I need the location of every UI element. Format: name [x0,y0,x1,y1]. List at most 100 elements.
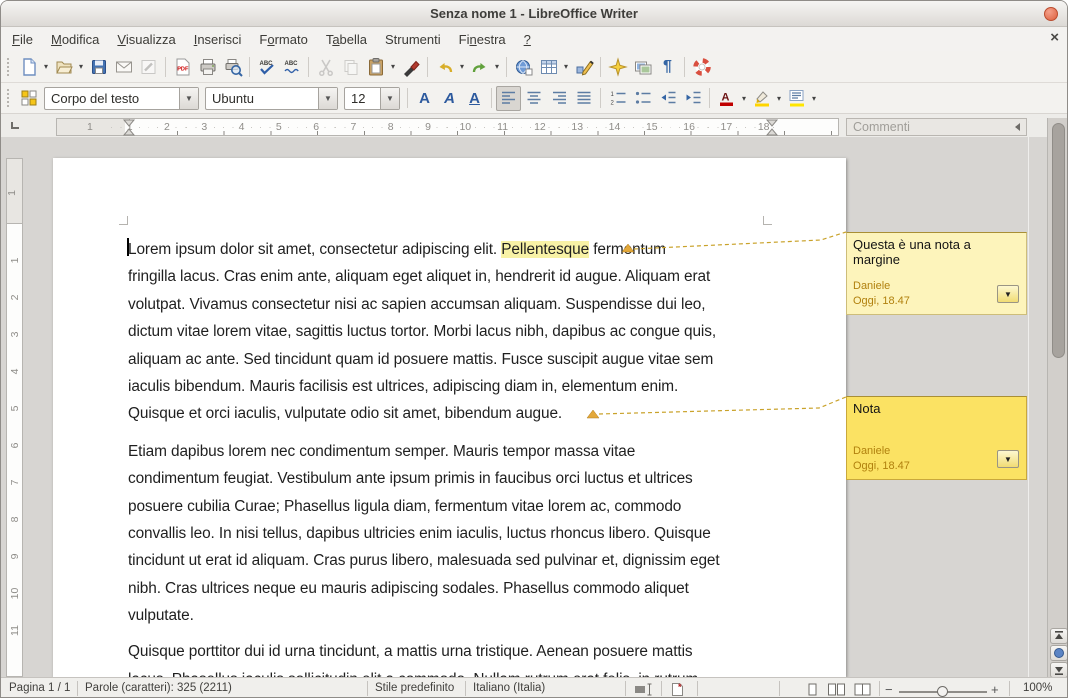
font-name-combo[interactable]: Ubuntu▼ [205,87,338,110]
clone-formatting-button[interactable] [398,54,423,79]
margin-comment-note[interactable]: Questa è una nota a margine Daniele Oggi… [846,232,1027,315]
print-button[interactable] [195,54,220,79]
comment-menu-button[interactable]: ▼ [997,450,1019,468]
paragraph-style-dropdown[interactable]: ▼ [179,88,198,109]
font-color-dropdown-arrow[interactable]: ▾ [739,94,749,103]
close-document-icon[interactable]: × [1050,30,1059,45]
menu-item[interactable]: Visualizza [108,29,184,50]
view-book-button[interactable] [853,683,873,698]
formatting-marks-button[interactable]: ¶ [655,54,680,79]
selection-mode-indicator[interactable] [634,683,654,698]
menu-item[interactable]: Inserisci [185,29,251,50]
menu-item[interactable]: ? [515,29,540,50]
undo-button[interactable] [432,54,457,79]
view-single-page-button[interactable] [805,683,819,698]
title-bar[interactable]: Senza nome 1 - LibreOffice Writer [1,1,1067,27]
comment-highlighted-text[interactable]: Pellentesque [501,241,589,258]
send-email-button[interactable] [111,54,136,79]
font-color-button[interactable]: A [714,86,739,111]
paragraph-background-dropdown-arrow[interactable]: ▾ [809,94,819,103]
draw-functions-button[interactable] [571,54,596,79]
font-size-value[interactable]: 12 [345,91,380,106]
paragraph-style-button[interactable] [16,86,41,111]
close-circle-icon[interactable] [1044,7,1058,21]
menu-item[interactable]: Formato [250,29,316,50]
print-preview-button[interactable] [220,54,245,79]
hyperlink-button[interactable] [511,54,536,79]
unordered-list-button[interactable] [630,86,655,111]
redo-dropdown-arrow[interactable]: ▾ [492,62,502,71]
horizontal-ruler[interactable]: 1 123456789101112131415161718 [56,118,839,136]
zoom-slider-thumb[interactable] [937,686,948,697]
scrollbar-thumb[interactable] [1052,123,1065,358]
insert-table-button[interactable] [536,54,561,79]
comment-text[interactable]: Nota [847,397,1026,416]
undo-dropdown-arrow[interactable]: ▾ [457,62,467,71]
italic-button[interactable]: A [437,86,462,111]
new-document-dropdown-arrow[interactable]: ▾ [41,62,51,71]
comments-panel-toggle[interactable]: Commenti [846,118,1027,136]
underline-button[interactable]: A [462,86,487,111]
menu-item[interactable]: Modifica [42,29,108,50]
document-text[interactable]: Lorem ipsum dolor sit amet, consectetur … [128,236,776,677]
justify-button[interactable] [571,86,596,111]
page-number-status[interactable]: Pagina 1 / 1 [9,682,70,694]
help-button[interactable] [689,54,714,79]
menu-item[interactable]: Finestra [450,29,515,50]
font-name-value[interactable]: Ubuntu [206,91,318,106]
spellcheck-button[interactable]: ABC [254,54,279,79]
margin-comment-note[interactable]: Nota Daniele Oggi, 18.47 ▼ [846,396,1027,480]
bold-button[interactable]: A [412,86,437,111]
comment-text[interactable]: Questa è una nota a margine [847,233,1026,267]
language-status[interactable]: Italiano (Italia) [473,682,545,694]
auto-spellcheck-button[interactable]: ABC [279,54,304,79]
align-center-button[interactable] [521,86,546,111]
paragraph-background-button[interactable] [784,86,809,111]
open-button[interactable] [51,54,76,79]
font-size-combo[interactable]: 12▼ [344,87,400,110]
zoom-out-icon[interactable]: − [885,682,893,697]
zoom-in-icon[interactable]: + [991,682,999,697]
ordered-list-button[interactable]: 12 [605,86,630,111]
next-page-button[interactable] [1050,662,1068,678]
export-pdf-button[interactable]: PDF [170,54,195,79]
highlight-color-button[interactable] [749,86,774,111]
table-dropdown-arrow[interactable]: ▾ [561,62,571,71]
menu-item[interactable]: Strumenti [376,29,450,50]
new-document-button[interactable] [16,54,41,79]
edit-mode-button[interactable] [136,54,161,79]
vertical-scrollbar[interactable] [1047,118,1068,677]
font-name-dropdown[interactable]: ▼ [318,88,337,109]
tab-stop-selector[interactable] [8,118,24,134]
menu-item[interactable]: File [3,29,42,50]
zoom-level-status[interactable]: 100% [1023,682,1052,694]
decrease-indent-button[interactable] [655,86,680,111]
paragraph-style-combo[interactable]: Corpo del testo▼ [44,87,199,110]
align-left-button[interactable] [496,86,521,111]
navigation-button[interactable] [1050,645,1068,661]
highlight-dropdown-arrow[interactable]: ▾ [774,94,784,103]
gallery-button[interactable] [630,54,655,79]
menu-item[interactable]: Tabella [317,29,376,50]
word-count-status[interactable]: Parole (caratteri): 325 (2211) [85,682,232,694]
comment-menu-button[interactable]: ▼ [997,285,1019,303]
page-style-status[interactable]: Stile predefinito [375,682,454,694]
document-page[interactable]: Lorem ipsum dolor sit amet, consectetur … [53,158,846,677]
paste-button[interactable] [363,54,388,79]
indent-markers[interactable] [57,119,840,137]
document-modified-indicator[interactable]: * [670,682,686,698]
paragraph-style-value[interactable]: Corpo del testo [45,91,179,106]
vertical-ruler[interactable]: 1 1234567891011 [6,158,23,677]
font-size-dropdown[interactable]: ▼ [380,88,399,109]
cut-button[interactable] [313,54,338,79]
previous-page-button[interactable] [1050,628,1068,644]
save-button[interactable] [86,54,111,79]
view-multi-page-button[interactable] [827,683,847,698]
increase-indent-button[interactable] [680,86,705,111]
redo-button[interactable] [467,54,492,79]
paste-dropdown-arrow[interactable]: ▾ [388,62,398,71]
navigator-button[interactable] [605,54,630,79]
align-right-button[interactable] [546,86,571,111]
copy-button[interactable] [338,54,363,79]
open-dropdown-arrow[interactable]: ▾ [76,62,86,71]
